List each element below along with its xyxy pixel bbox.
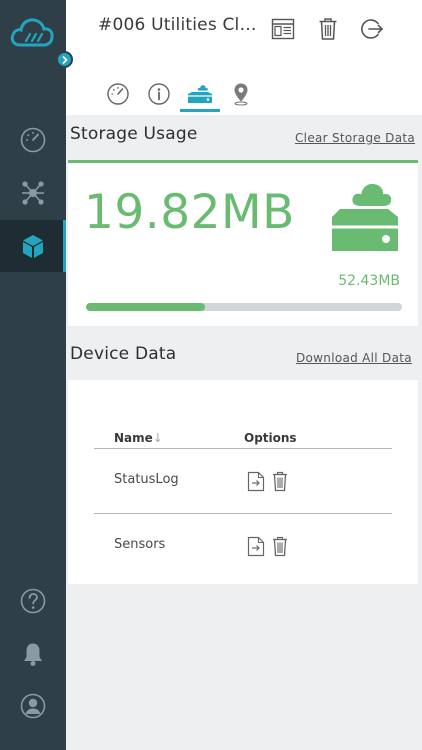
trash-icon bbox=[273, 536, 287, 556]
dashboard-icon bbox=[20, 127, 46, 153]
delete-button[interactable] bbox=[270, 470, 290, 492]
device-data-heading: Device Data bbox=[70, 344, 177, 364]
download-all-data-link[interactable]: Download All Data bbox=[296, 351, 412, 365]
table-header: Name↓ Options bbox=[94, 430, 392, 449]
exit-button[interactable] bbox=[358, 15, 386, 43]
tab-overview[interactable] bbox=[102, 79, 134, 109]
options-column-header: Options bbox=[244, 431, 297, 445]
expand-sidebar-button[interactable] bbox=[56, 51, 73, 68]
storage-card: 19.82MB 52.43MB bbox=[68, 160, 418, 326]
device-header: #006 Utilities Closet bbox=[66, 0, 422, 115]
bell-icon bbox=[24, 643, 42, 666]
clear-storage-link[interactable]: Clear Storage Data bbox=[295, 131, 415, 145]
cloud-drive-icon bbox=[326, 179, 404, 259]
row-name: Sensors bbox=[114, 537, 166, 552]
export-button[interactable] bbox=[246, 535, 266, 557]
tab-storage[interactable] bbox=[180, 79, 220, 112]
sidebar-item-dashboard[interactable] bbox=[0, 114, 66, 166]
tab-location[interactable] bbox=[225, 79, 257, 109]
trash-icon bbox=[319, 18, 337, 40]
sidebar-item-devices[interactable] bbox=[0, 220, 66, 272]
storage-progress-fill bbox=[86, 303, 206, 311]
speedometer-icon bbox=[107, 83, 129, 105]
logout-icon bbox=[361, 19, 383, 39]
sidebar bbox=[0, 0, 73, 750]
sidebar-item-profile[interactable] bbox=[0, 680, 66, 732]
storage-progress-bar bbox=[86, 303, 402, 311]
table-row: Sensors bbox=[94, 514, 392, 579]
storage-used-value: 19.82MB bbox=[84, 185, 295, 240]
dashboard-layout-icon bbox=[271, 18, 295, 40]
delete-device-button[interactable] bbox=[314, 15, 342, 43]
name-column-header[interactable]: Name↓ bbox=[114, 431, 163, 445]
table-row: StatusLog bbox=[94, 449, 392, 514]
device-data-card: Name↓ Options StatusLog Sensors bbox=[68, 380, 418, 584]
info-icon bbox=[148, 83, 170, 105]
export-file-icon bbox=[247, 471, 265, 491]
tab-info[interactable] bbox=[143, 79, 175, 109]
dashboard-layout-button[interactable] bbox=[269, 15, 297, 43]
help-icon bbox=[20, 588, 46, 614]
sidebar-item-help[interactable] bbox=[0, 575, 66, 627]
sidebar-item-network[interactable] bbox=[0, 167, 66, 219]
user-icon bbox=[20, 693, 46, 719]
delete-button[interactable] bbox=[270, 535, 290, 557]
chevron-right-icon bbox=[62, 55, 68, 64]
export-button[interactable] bbox=[246, 470, 266, 492]
storage-usage-heading: Storage Usage bbox=[70, 124, 198, 144]
cloud-logo-icon[interactable] bbox=[9, 12, 55, 52]
map-pin-icon bbox=[234, 83, 248, 106]
export-file-icon bbox=[247, 536, 265, 556]
sort-arrow-icon: ↓ bbox=[152, 431, 163, 445]
storage-cloud-icon bbox=[188, 84, 212, 103]
storage-total-value: 52.43MB bbox=[338, 273, 400, 289]
name-column-label: Name bbox=[114, 431, 153, 445]
trash-icon bbox=[273, 471, 287, 491]
sidebar-item-notifications[interactable] bbox=[0, 628, 66, 680]
row-name: StatusLog bbox=[114, 472, 179, 487]
cube-icon bbox=[23, 235, 43, 258]
device-title: #006 Utilities Closet bbox=[98, 15, 262, 35]
network-icon bbox=[22, 181, 44, 205]
